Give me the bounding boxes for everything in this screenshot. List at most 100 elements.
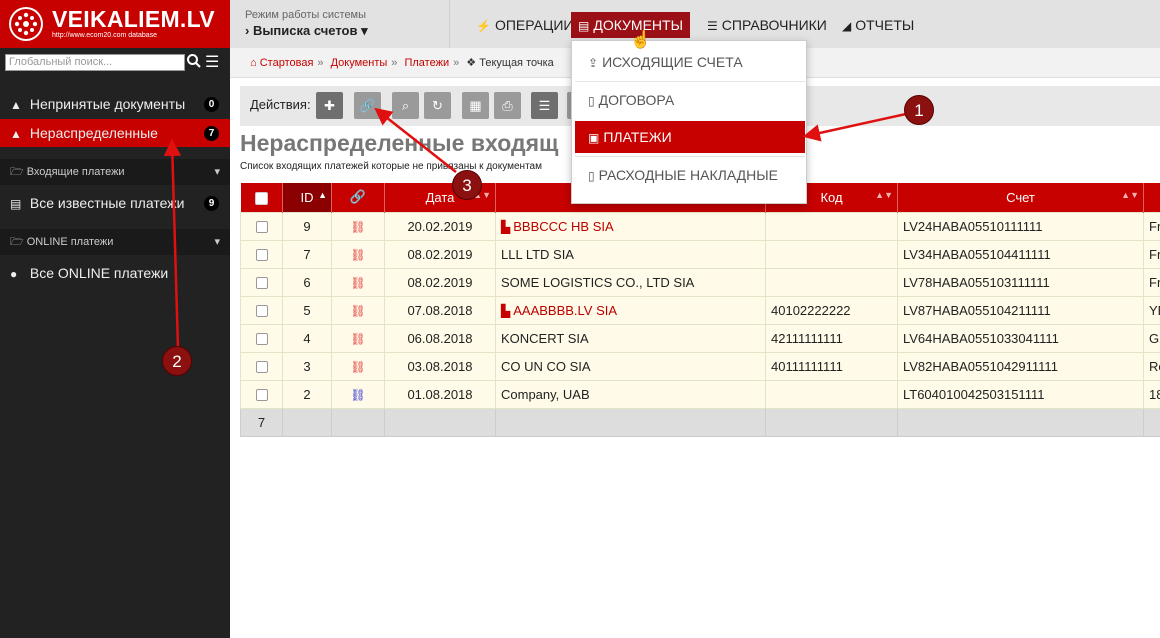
export-excel-button[interactable]: ▦: [462, 92, 489, 119]
warning-icon: ▲: [10, 127, 22, 141]
cell-id: 4: [282, 323, 332, 353]
column-header-id[interactable]: ID ▲: [282, 183, 332, 212]
database-icon: ☰: [707, 19, 718, 33]
annotation-badge-2: 2: [162, 346, 192, 376]
cell-link[interactable]: ⛓: [331, 379, 385, 409]
cell-link[interactable]: ⛓: [331, 323, 385, 353]
cell-extra: GR: [1143, 323, 1160, 353]
column-header-extra[interactable]: [1143, 183, 1160, 212]
cell-extra: Fro: [1143, 239, 1160, 269]
row-checkbox[interactable]: [240, 379, 283, 409]
refresh-button[interactable]: ↻: [424, 92, 451, 119]
bolt-icon: ⚡: [476, 19, 491, 33]
search-icon[interactable]: [186, 53, 204, 72]
link-icon[interactable]: ⛓: [350, 388, 365, 402]
refresh-icon: ↻: [432, 98, 443, 113]
warning-icon: ▲: [10, 98, 22, 112]
page-title: Нераспределенные входящ: [240, 130, 559, 156]
select-all-checkbox[interactable]: [240, 183, 283, 212]
link-icon[interactable]: ⛓: [350, 248, 365, 262]
table-row[interactable]: 3 ⛓ 03.08.2018 CO UN CO SIA 40111111111 LV82H…: [240, 351, 1160, 381]
menu-item-label: ИСХОДЯЩИЕ СЧЕТА: [602, 54, 743, 70]
cell-name[interactable]: ▙ AAABBBB.LV SIA: [495, 295, 766, 325]
column-header-link[interactable]: 🔗: [331, 183, 385, 212]
cell-link[interactable]: ⛓: [331, 267, 385, 297]
cell-link[interactable]: ⛓: [331, 295, 385, 325]
sidebar-item-all-online[interactable]: ● Все ONLINE платежи: [0, 259, 230, 287]
breadcrumb-documents[interactable]: Документы: [331, 57, 388, 69]
nav-label: ОПЕРАЦИИ: [494, 17, 574, 33]
search-button[interactable]: ⌕: [392, 92, 419, 119]
hand-cursor-icon: ☝: [630, 30, 652, 49]
cell-link[interactable]: ⛓: [331, 351, 385, 381]
row-checkbox[interactable]: [240, 267, 283, 297]
link-icon[interactable]: ⛓: [350, 304, 365, 318]
menu-icon[interactable]: ☰: [205, 52, 223, 71]
area-chart-icon: ◢: [842, 19, 852, 33]
menu-item-contracts[interactable]: ▯ ДОГОВОРА: [575, 84, 805, 116]
sidebar-group-incoming[interactable]: 🗁 Входящие платежи ▾: [0, 159, 230, 185]
sidebar-group-online[interactable]: 🗁 ONLINE платежи ▾: [0, 229, 230, 255]
company-name: AAABBBB.LV SIA: [513, 302, 618, 318]
table-row[interactable]: 9 ⛓ 20.02.2019 ▙ BBBCCC HB SIA LV24HABA055101…: [240, 211, 1160, 241]
nav-reports[interactable]: ◢ ОТЧЕТЫ: [835, 12, 921, 38]
breadcrumb-payments[interactable]: Платежи: [404, 57, 449, 69]
cell-date: 01.08.2018: [384, 379, 496, 409]
cell-name[interactable]: ▙ BBBCCC HB SIA: [495, 211, 766, 241]
link-icon[interactable]: ⛓: [350, 220, 365, 234]
cell-id: 9: [282, 211, 332, 241]
menu-item-outgoing-invoices[interactable]: ⇪ ИСХОДЯЩИЕ СЧЕТА: [575, 46, 805, 78]
menu-item-payments[interactable]: ▣ ПЛАТЕЖИ: [575, 121, 805, 153]
cell-date: 07.08.2018: [384, 295, 496, 325]
cubes-icon: ❖: [466, 57, 477, 69]
row-checkbox[interactable]: [240, 323, 283, 353]
breadcrumb-home[interactable]: Стартовая: [260, 57, 314, 69]
table-row[interactable]: 2 ⛓ 01.08.2018 Company, UAB LT60401004250315…: [240, 379, 1160, 409]
count-badge: 9: [204, 196, 219, 211]
cell-account: LV24HABA05510111111: [897, 211, 1144, 241]
cell-link[interactable]: ⛓: [331, 239, 385, 269]
cell-date: 06.08.2018: [384, 323, 496, 353]
nav-references[interactable]: ☰ СПРАВОЧНИКИ: [700, 12, 834, 38]
logo[interactable]: VEIKALIEM.LV http://www.ecom20.com datab…: [0, 0, 230, 48]
company-name: LLL LTD SIA: [501, 246, 574, 262]
add-button[interactable]: ✚: [316, 92, 343, 119]
table-row[interactable]: 7 ⛓ 08.02.2019 LLL LTD SIA LV34HABA055104411…: [240, 239, 1160, 269]
link-button[interactable]: 🔗: [354, 92, 381, 119]
upload-icon: ⇪: [588, 56, 599, 70]
global-search-input[interactable]: Глобальный поиск...: [5, 54, 185, 71]
cell-extra: Fro: [1143, 211, 1160, 241]
row-checkbox[interactable]: [240, 351, 283, 381]
table-row[interactable]: 6 ⛓ 08.02.2019 SOME LOGISTICS CO., LTD SIA L…: [240, 267, 1160, 297]
print-button[interactable]: ⎙: [494, 92, 521, 119]
breadcrumb-current: Текущая точка: [479, 57, 554, 69]
document-icon: ▤: [578, 19, 590, 33]
link-icon[interactable]: ⛓: [350, 332, 365, 346]
cell-id: 5: [282, 295, 332, 325]
link-icon[interactable]: ⛓: [350, 276, 365, 290]
cell-code: [765, 239, 898, 269]
mode-value[interactable]: › Выписка счетов ▾: [245, 23, 368, 39]
row-checkbox[interactable]: [240, 295, 283, 325]
company-name: KONCERT SIA: [501, 330, 589, 346]
row-checkbox[interactable]: [240, 239, 283, 269]
sidebar-item-unaccepted[interactable]: ▲ Непринятые документы 0: [0, 90, 230, 118]
nav-label: ОТЧЕТЫ: [855, 17, 915, 33]
column-header-account[interactable]: Счет ▲▼: [897, 183, 1144, 212]
cell-link[interactable]: ⛓: [331, 211, 385, 241]
table-row[interactable]: 4 ⛓ 06.08.2018 KONCERT SIA 42111111111 LV64HA…: [240, 323, 1160, 353]
cell-id: 6: [282, 267, 332, 297]
file-icon: ▯: [588, 169, 595, 183]
nav-operations[interactable]: ⚡ ОПЕРАЦИИ: [469, 12, 580, 38]
table-row[interactable]: 5 ⛓ 07.08.2018 ▙ AAABBBB.LV SIA 40102222222 LV…: [240, 295, 1160, 325]
menu-item-delivery-notes[interactable]: ▯ РАСХОДНЫЕ НАКЛАДНЫЕ: [575, 159, 805, 191]
cell-extra: Fro: [1143, 267, 1160, 297]
sidebar-item-unallocated[interactable]: ▲ Нераспределенные 7: [0, 119, 230, 147]
row-checkbox[interactable]: [240, 211, 283, 241]
link-icon[interactable]: ⛓: [350, 360, 365, 374]
sidebar-item-all-known[interactable]: ▤ Все известные платежи 9: [0, 189, 230, 217]
cell-account: LV82HABA0551042911111: [897, 351, 1144, 381]
menu-item-label: РАСХОДНЫЕ НАКЛАДНЫЕ: [598, 167, 778, 183]
columns-button[interactable]: ☰: [531, 92, 558, 119]
mode-selector[interactable]: Режим работы системы › Выписка счетов ▾: [230, 0, 450, 48]
